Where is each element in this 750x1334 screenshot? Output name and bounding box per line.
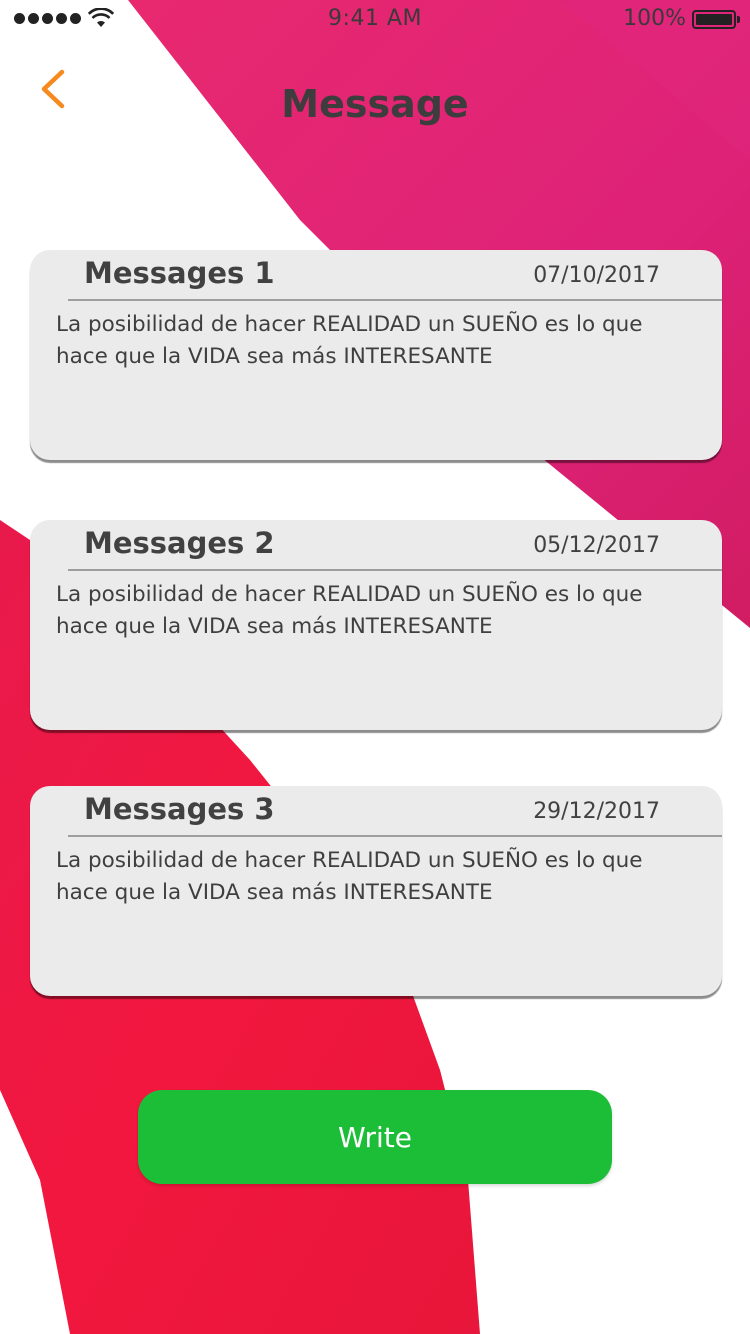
message-date: 07/10/2017 <box>533 263 660 288</box>
message-card[interactable]: Messages 1 07/10/2017 La posibilidad de … <box>30 250 722 460</box>
message-date: 29/12/2017 <box>533 799 660 824</box>
divider <box>68 569 722 571</box>
message-title: Messages 3 <box>84 792 275 826</box>
status-bar: 9:41 AM 100% <box>0 0 750 40</box>
message-title: Messages 1 <box>84 256 275 290</box>
message-date: 05/12/2017 <box>533 533 660 558</box>
message-card[interactable]: Messages 3 29/12/2017 La posibilidad de … <box>30 786 722 996</box>
message-body: La posibilidad de hacer REALIDAD un SUEÑ… <box>56 848 643 905</box>
message-title: Messages 2 <box>84 526 275 560</box>
page-title: Message <box>281 82 469 126</box>
divider <box>68 835 722 837</box>
battery-percentage: 100% <box>623 6 686 31</box>
message-body: La posibilidad de hacer REALIDAD un SUEÑ… <box>56 582 643 639</box>
divider <box>68 299 722 301</box>
battery-icon <box>692 10 740 29</box>
write-button[interactable]: Write <box>138 1090 612 1184</box>
message-body: La posibilidad de hacer REALIDAD un SUEÑ… <box>56 312 643 369</box>
message-card[interactable]: Messages 2 05/12/2017 La posibilidad de … <box>30 520 722 730</box>
